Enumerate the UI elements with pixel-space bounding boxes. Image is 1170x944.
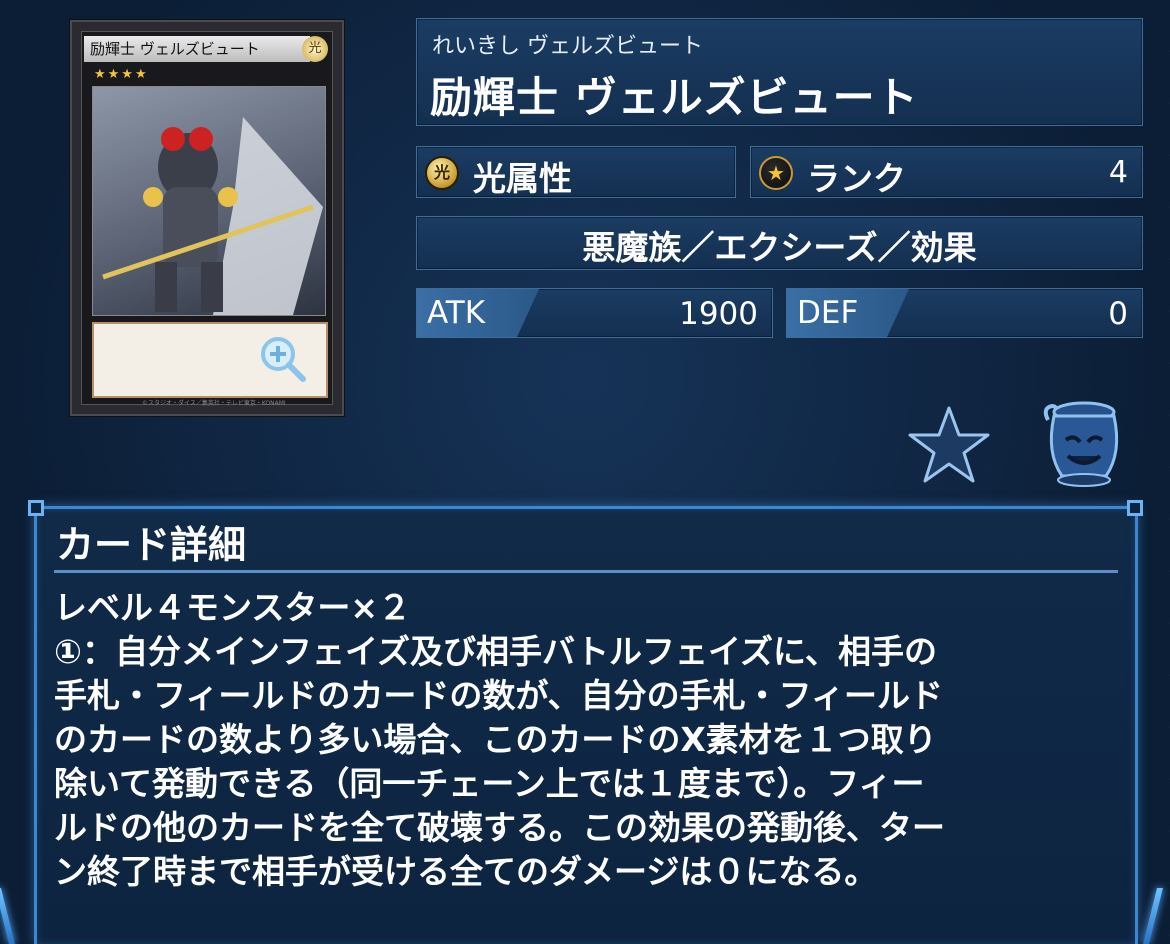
- card-image[interactable]: 励輝士 ヴェルズビュート 光 ★★★★ ©スタジオ・ダイス／集英社・テレビ東京・…: [70, 20, 344, 416]
- light-attribute-icon: 光: [425, 156, 459, 190]
- rank-star-icon: ★: [759, 156, 793, 190]
- pot-of-greed-icon[interactable]: [1028, 398, 1128, 488]
- card-rank-stars: ★★★★: [94, 67, 149, 82]
- attribute-label: 光属性: [473, 159, 572, 198]
- card-effect-text: レベル４モンスター×２ ①：自分メインフェイズ及び相手バトルフェイズに、相手の …: [54, 586, 1134, 894]
- card-artwork: [92, 86, 326, 316]
- detail-divider: [54, 570, 1118, 573]
- atk-label: ATK: [427, 295, 486, 331]
- atk-panel: ATK 1900: [416, 288, 773, 338]
- def-panel: DEF 0: [786, 288, 1143, 338]
- detail-corner: [1127, 500, 1143, 516]
- edge-glow-left: [0, 888, 15, 944]
- card-attribute-icon: 光: [302, 36, 328, 62]
- card-image-name: 励輝士 ヴェルズビュート: [84, 36, 310, 62]
- type-line: 悪魔族／エクシーズ／効果: [582, 228, 977, 267]
- atk-value: 1900: [679, 296, 758, 332]
- card-name: 励輝士 ヴェルズビュート: [430, 73, 919, 122]
- def-label: DEF: [797, 295, 859, 331]
- effect-line: ン終了時まで相手が受ける全てのダメージは０になる。: [54, 852, 878, 891]
- card-copyright: ©スタジオ・ダイス／集英社・テレビ東京・KONAMI: [142, 400, 286, 407]
- effect-line: ルドの他のカードを全て破壊する。この効果の発動後、ター: [54, 808, 945, 847]
- rank-label: ランク: [807, 159, 906, 198]
- star-icon[interactable]: [906, 404, 992, 484]
- edge-glow-right: [1143, 888, 1163, 944]
- card-name-ruby: れいきし ヴェルズビュート: [432, 34, 703, 59]
- zoom-icon[interactable]: [258, 334, 308, 384]
- attribute-panel: 光 光属性: [416, 146, 736, 198]
- effect-line: レベル４モンスター×２: [54, 588, 411, 627]
- detail-corner: [28, 500, 44, 516]
- effect-line: のカードの数より多い場合、このカードのX素材を１つ取り: [54, 720, 937, 759]
- def-value: 0: [1108, 296, 1128, 332]
- effect-line: ①：自分メインフェイズ及び相手バトルフェイズに、相手の: [54, 632, 937, 671]
- rank-panel: ★ ランク 4: [750, 146, 1143, 198]
- detail-title: カード詳細: [56, 523, 247, 567]
- effect-line: 手札・フィールドのカードの数が、自分の手札・フィールド: [54, 676, 944, 715]
- effect-line: 除いて発動できる（同一チェーン上では１度まで）。フィー: [54, 764, 925, 803]
- rank-value: 4: [1108, 155, 1128, 190]
